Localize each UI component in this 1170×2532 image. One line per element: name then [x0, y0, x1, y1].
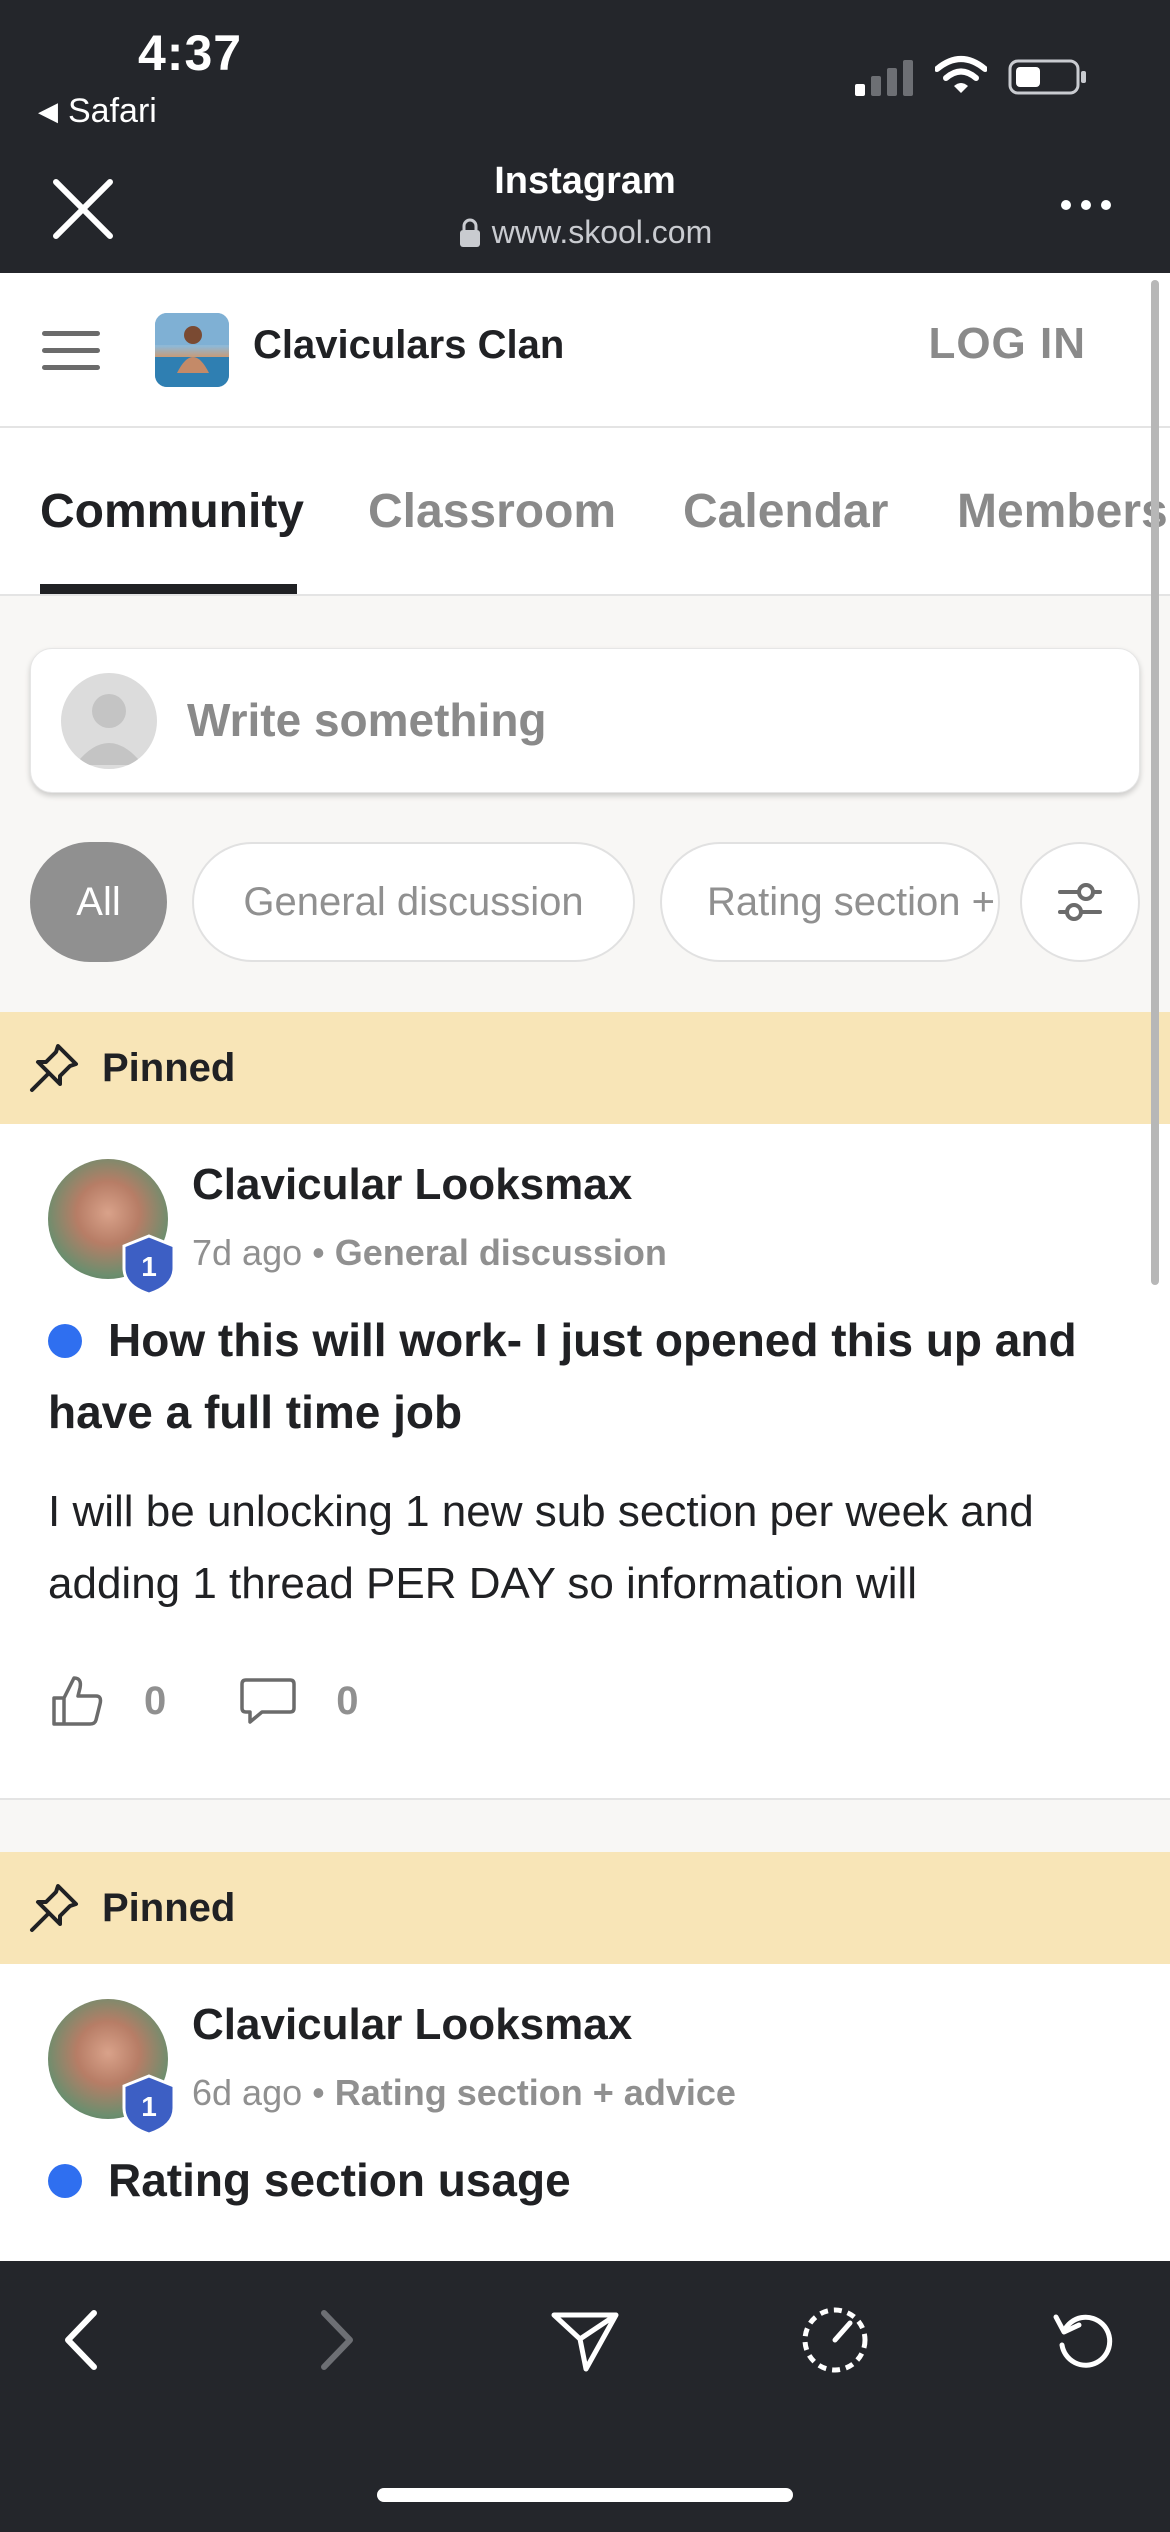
wifi-icon	[935, 56, 987, 93]
tab-classroom[interactable]: Classroom	[368, 484, 616, 539]
sliders-icon	[1058, 883, 1102, 921]
post-meta: 7d ago • General discussion	[192, 1232, 667, 1274]
share-send-icon[interactable]	[550, 2305, 620, 2375]
login-button[interactable]: LOG IN	[928, 319, 1086, 369]
comment-count: 0	[336, 1678, 359, 1723]
post-title[interactable]: Rating section usage	[48, 2144, 1128, 2216]
filter-general-discussion-chip[interactable]: General discussion	[192, 842, 635, 962]
post-time: 7d ago	[192, 1232, 303, 1273]
filter-all-chip[interactable]: All	[30, 842, 167, 962]
level-number: 1	[141, 1251, 157, 1282]
url-bar: www.skool.com	[0, 214, 1170, 251]
like-count: 0	[144, 1678, 167, 1723]
post-card[interactable]: 1 Clavicular Looksmax 6d ago • Rating se…	[0, 1964, 1170, 2261]
level-badge: 1	[122, 1234, 176, 1296]
page-scrollbar[interactable]	[1151, 280, 1159, 1285]
post-body[interactable]: I will be unlocking 1 new sub section pe…	[48, 1476, 1138, 1620]
group-name[interactable]: Claviculars Clan	[253, 323, 564, 368]
nav-tabs: Community Classroom Calendar Members	[0, 428, 1170, 596]
home-indicator[interactable]	[377, 2488, 793, 2502]
site-header: Claviculars Clan LOG IN	[0, 273, 1170, 428]
back-app-label: Safari	[68, 92, 157, 130]
back-triangle-icon: ◀	[38, 96, 58, 126]
cellular-signal-icon	[855, 60, 913, 96]
pinned-label: Pinned	[102, 1045, 236, 1090]
post-author[interactable]: Clavicular Looksmax	[192, 2000, 632, 2050]
pin-icon	[30, 1044, 78, 1092]
tab-members[interactable]: Members	[957, 484, 1168, 539]
post-actions: 0 0	[50, 1674, 359, 1728]
battery-icon	[1008, 59, 1086, 95]
level-number: 1	[141, 2091, 157, 2122]
back-to-app-link[interactable]: ◀ Safari	[38, 92, 157, 131]
meta-separator: •	[312, 2072, 325, 2113]
like-icon[interactable]	[50, 1674, 104, 1728]
status-time: 4:37	[138, 25, 243, 81]
post-category[interactable]: Rating section + advice	[335, 2072, 736, 2113]
active-tab-indicator	[40, 584, 297, 594]
reload-icon[interactable]	[1050, 2305, 1120, 2375]
back-chevron-icon[interactable]	[48, 2305, 118, 2375]
post-time: 6d ago	[192, 2072, 303, 2113]
group-avatar-photo	[155, 313, 229, 387]
menu-icon[interactable]	[42, 331, 100, 371]
post-card[interactable]: 1 Clavicular Looksmax 7d ago • General d…	[0, 1124, 1170, 1798]
post-author[interactable]: Clavicular Looksmax	[192, 1160, 632, 1210]
user-avatar-placeholder	[61, 673, 157, 769]
post-meta: 6d ago • Rating section + advice	[192, 2072, 736, 2114]
browser-top-bar: 4:37 ◀ Safari Instagram www.skool.com	[0, 0, 1170, 273]
forward-chevron-icon[interactable]	[300, 2305, 370, 2375]
tab-calendar[interactable]: Calendar	[683, 484, 888, 539]
post-composer[interactable]: Write something	[30, 648, 1140, 793]
more-options-icon[interactable]	[1060, 190, 1112, 220]
pin-icon	[30, 1884, 78, 1932]
url-text: www.skool.com	[491, 214, 713, 250]
browser-tab-title: Instagram	[494, 160, 676, 202]
pinned-banner: Pinned	[0, 1852, 1170, 1964]
post-title[interactable]: How this will work- I just opened this u…	[48, 1304, 1128, 1448]
pinned-banner: Pinned	[0, 1012, 1170, 1124]
filter-settings-button[interactable]	[1020, 842, 1140, 962]
filter-rating-section-chip[interactable]: Rating section + advice	[660, 842, 1000, 962]
speed-gauge-icon[interactable]	[800, 2305, 870, 2375]
composer-placeholder[interactable]: Write something	[187, 693, 547, 747]
post-category[interactable]: General discussion	[335, 1232, 667, 1273]
tab-community[interactable]: Community	[40, 484, 304, 539]
meta-separator: •	[312, 1232, 325, 1273]
post-separator	[0, 1798, 1170, 1850]
group-avatar[interactable]	[155, 313, 229, 387]
comment-icon[interactable]	[240, 1676, 296, 1726]
person-icon	[75, 694, 143, 765]
lock-icon	[459, 218, 480, 247]
pinned-label: Pinned	[102, 1885, 236, 1930]
level-badge: 1	[122, 2074, 176, 2136]
